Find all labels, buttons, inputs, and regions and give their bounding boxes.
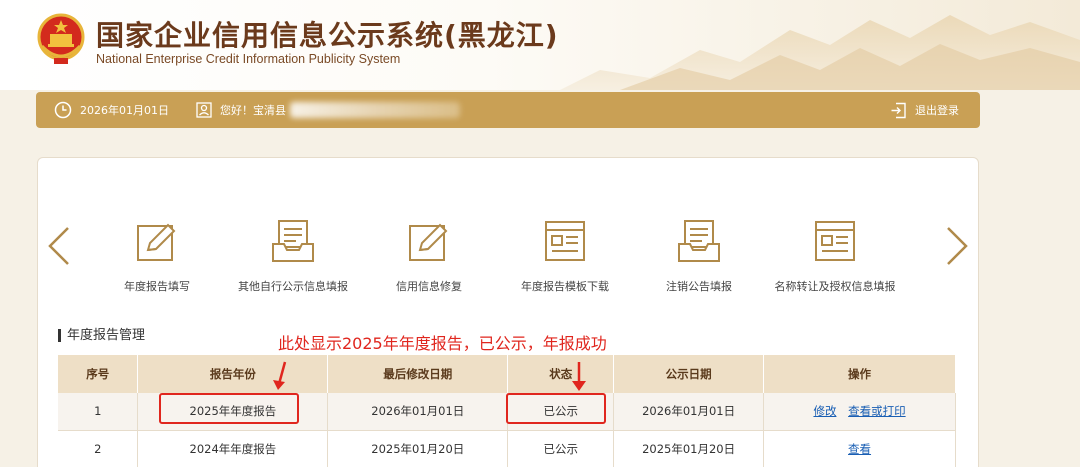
- annotation-note: 此处显示2025年年度报告，已公示，年报成功: [278, 334, 607, 353]
- site-subtitle: National Enterprise Credit Information P…: [96, 52, 401, 66]
- modified-date: 2025年01月20日: [327, 430, 509, 467]
- column-header: 序号: [58, 355, 139, 393]
- row-number: 2: [58, 430, 139, 467]
- table-row: 2 2024年年度报告 2025年01月20日 已公示 2025年01月20日 …: [58, 430, 956, 467]
- greeting-text: 您好！宝清县: [220, 104, 286, 117]
- edit-icon: [409, 223, 448, 261]
- carousel-next-arrow-icon[interactable]: [944, 226, 970, 266]
- func-label: 注销公告填报: [666, 280, 732, 293]
- edit-link[interactable]: 修改: [813, 404, 836, 418]
- inbox-icon: [678, 220, 720, 262]
- func-label: 其他自行公示信息填报: [238, 280, 348, 293]
- site-header: 国家企业信用信息公示系统(黑龙江) National Enterprise Cr…: [0, 0, 1080, 90]
- modified-date: 2026年01月01日: [327, 393, 509, 431]
- user-card-icon: [196, 102, 212, 118]
- annotation-arrow-icon: [273, 361, 287, 390]
- date-display: 2026年01月01日: [54, 92, 169, 128]
- logout-button[interactable]: 退出登录: [890, 92, 959, 128]
- annual-report-table: 序号 报告年份 最后修改日期 状态 公示日期 操作 1 2025年年度报告 20…: [58, 355, 956, 467]
- func-cancellation-notice[interactable]: 注销公告填报: [624, 218, 774, 294]
- func-template-download[interactable]: 年度报告模板下载: [490, 218, 640, 294]
- logout-label: 退出登录: [915, 104, 959, 117]
- operations-cell: 修改 查看或打印: [763, 393, 956, 431]
- document-icon: [545, 221, 585, 261]
- inbox-icon: [272, 220, 314, 262]
- published-date: 2026年01月01日: [613, 393, 765, 431]
- func-name-transfer[interactable]: 名称转让及授权信息填报: [760, 218, 910, 294]
- column-header: 报告年份: [137, 355, 329, 393]
- mountain-background: [560, 15, 1080, 90]
- table-header-row: 序号 报告年份 最后修改日期 状态 公示日期 操作: [58, 355, 956, 393]
- site-title: 国家企业信用信息公示系统(黑龙江): [96, 19, 559, 52]
- status: 已公示: [507, 430, 615, 467]
- redacted-name: [290, 102, 460, 118]
- func-label: 年度报告填写: [124, 280, 190, 293]
- func-other-publicity[interactable]: 其他自行公示信息填报: [218, 218, 368, 294]
- view-print-link[interactable]: 查看或打印: [848, 404, 906, 418]
- info-bar: 2026年01月01日 您好！宝清县 退出登录: [36, 92, 980, 128]
- report-year: 2025年年度报告: [137, 393, 329, 431]
- date-text: 2026年01月01日: [80, 104, 169, 117]
- func-annual-report-fill[interactable]: 年度报告填写: [82, 218, 232, 294]
- user-greeting: 您好！宝清县: [196, 92, 460, 128]
- logout-icon: [891, 102, 906, 118]
- func-label: 信用信息修复: [396, 280, 462, 293]
- table-row: 1 2025年年度报告 2026年01月01日 已公示 2026年01月01日 …: [58, 393, 956, 431]
- row-number: 1: [58, 393, 139, 431]
- national-emblem-icon: [37, 13, 85, 64]
- published-date: 2025年01月20日: [613, 430, 765, 467]
- carousel-prev-arrow-icon[interactable]: [46, 226, 72, 266]
- column-header: 公示日期: [613, 355, 765, 393]
- document-icon: [815, 221, 855, 261]
- func-credit-repair[interactable]: 信用信息修复: [354, 218, 504, 294]
- column-header: 最后修改日期: [327, 355, 509, 393]
- column-header: 状态: [507, 355, 615, 393]
- edit-icon: [137, 223, 176, 261]
- func-label: 年度报告模板下载: [521, 280, 609, 293]
- annotation-arrow-icon: [572, 362, 586, 391]
- view-link[interactable]: 查看: [848, 442, 871, 456]
- section-title: 年度报告管理: [58, 329, 145, 342]
- status: 已公示: [507, 393, 615, 431]
- clock-icon: [54, 101, 72, 119]
- report-year: 2024年年度报告: [137, 430, 329, 467]
- func-label: 名称转让及授权信息填报: [774, 280, 896, 293]
- column-header: 操作: [763, 355, 956, 393]
- operations-cell: 查看: [763, 430, 956, 467]
